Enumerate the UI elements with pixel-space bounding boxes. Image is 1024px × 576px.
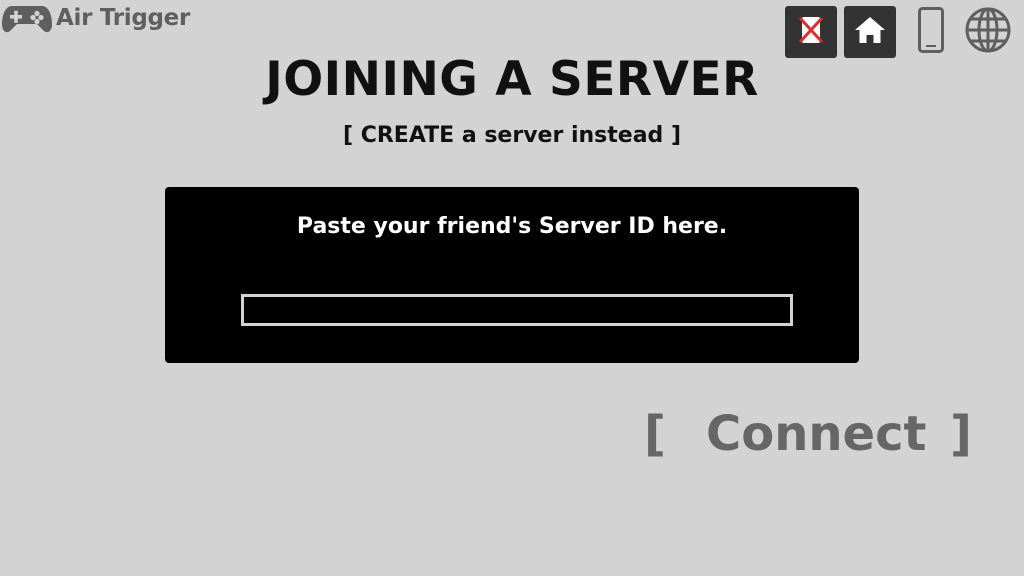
close-button[interactable] [785, 6, 837, 58]
app-brand: Air Trigger [2, 2, 190, 34]
device-toggle-button[interactable] [905, 6, 957, 58]
join-server-panel: Paste your friend's Server ID here. [165, 187, 859, 363]
close-icon [796, 14, 826, 50]
language-button[interactable] [962, 6, 1014, 58]
phone-icon [917, 6, 945, 58]
connect-bracket-right: ] [950, 406, 972, 462]
connect-bracket-left: [ [644, 406, 666, 462]
page-title: JOINING A SERVER [265, 52, 759, 107]
server-id-label: Paste your friend's Server ID here. [296, 214, 728, 239]
gamepad-icon [2, 2, 52, 34]
home-icon [854, 15, 886, 49]
globe-icon [964, 6, 1012, 58]
home-button[interactable] [844, 6, 896, 58]
toolbar [784, 6, 1024, 58]
server-id-input[interactable] [241, 294, 793, 326]
create-server-link[interactable]: [ CREATE a server instead ] [0, 123, 1024, 148]
connect-button[interactable]: [ Connect ] [640, 402, 980, 466]
app-name: Air Trigger [56, 5, 190, 31]
connect-label: Connect [706, 406, 927, 462]
